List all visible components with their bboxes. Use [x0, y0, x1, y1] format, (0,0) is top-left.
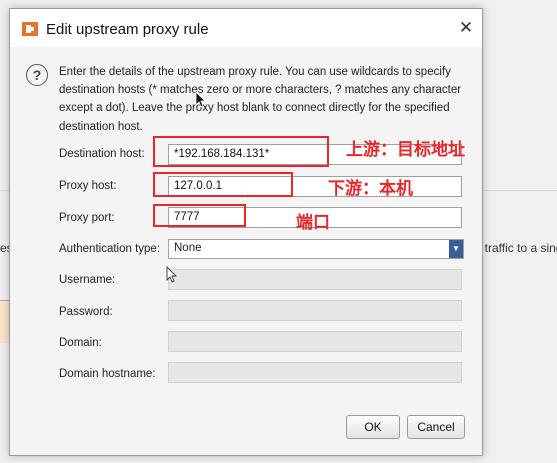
dialog-description: Enter the details of the upstream proxy … — [59, 66, 462, 133]
proxy-host-highlight — [153, 172, 293, 197]
help-icon: ? — [26, 64, 48, 86]
authentication-type-value: None — [174, 242, 202, 254]
username-input[interactable] — [168, 269, 462, 290]
domain-input[interactable] — [168, 331, 462, 352]
destination-annotation: 上游：目标地址 — [346, 140, 465, 160]
proxy-host-label: Proxy host: — [59, 180, 117, 192]
username-label: Username: — [59, 274, 116, 286]
domain-hostname-input[interactable] — [168, 362, 462, 383]
proxy-port-highlight — [153, 204, 246, 227]
port-annotation: 端口 — [296, 213, 330, 233]
mouse-cursor-icon — [195, 91, 206, 108]
proxy-annotation: 下游：本机 — [328, 179, 413, 199]
proxy-port-label: Proxy port: — [59, 212, 115, 224]
chevron-down-icon[interactable]: ▼ — [449, 240, 463, 258]
dialog-title: Edit upstream proxy rule — [46, 21, 209, 38]
cancel-button[interactable]: Cancel — [407, 415, 465, 439]
password-label: Password: — [59, 306, 113, 318]
close-icon[interactable]: ✕ — [456, 18, 476, 38]
destination-host-label: Destination host: — [59, 148, 145, 160]
domain-hostname-label: Domain hostname: — [59, 368, 156, 380]
burp-app-icon — [22, 22, 38, 36]
destination-host-highlight — [153, 136, 329, 167]
dialog-titlebar: Edit upstream proxy rule ✕ — [10, 9, 482, 47]
password-input[interactable] — [168, 300, 462, 321]
background-text-right: ll traffic to a sing — [476, 241, 557, 255]
authentication-type-select[interactable]: None ▼ — [168, 239, 464, 259]
ok-button[interactable]: OK — [346, 415, 400, 439]
domain-label: Domain: — [59, 337, 102, 349]
authentication-type-label: Authentication type: — [59, 243, 161, 255]
mouse-cursor-outline-icon — [166, 266, 178, 283]
edit-upstream-proxy-dialog: Edit upstream proxy rule ✕ ? Enter the d… — [9, 8, 483, 456]
